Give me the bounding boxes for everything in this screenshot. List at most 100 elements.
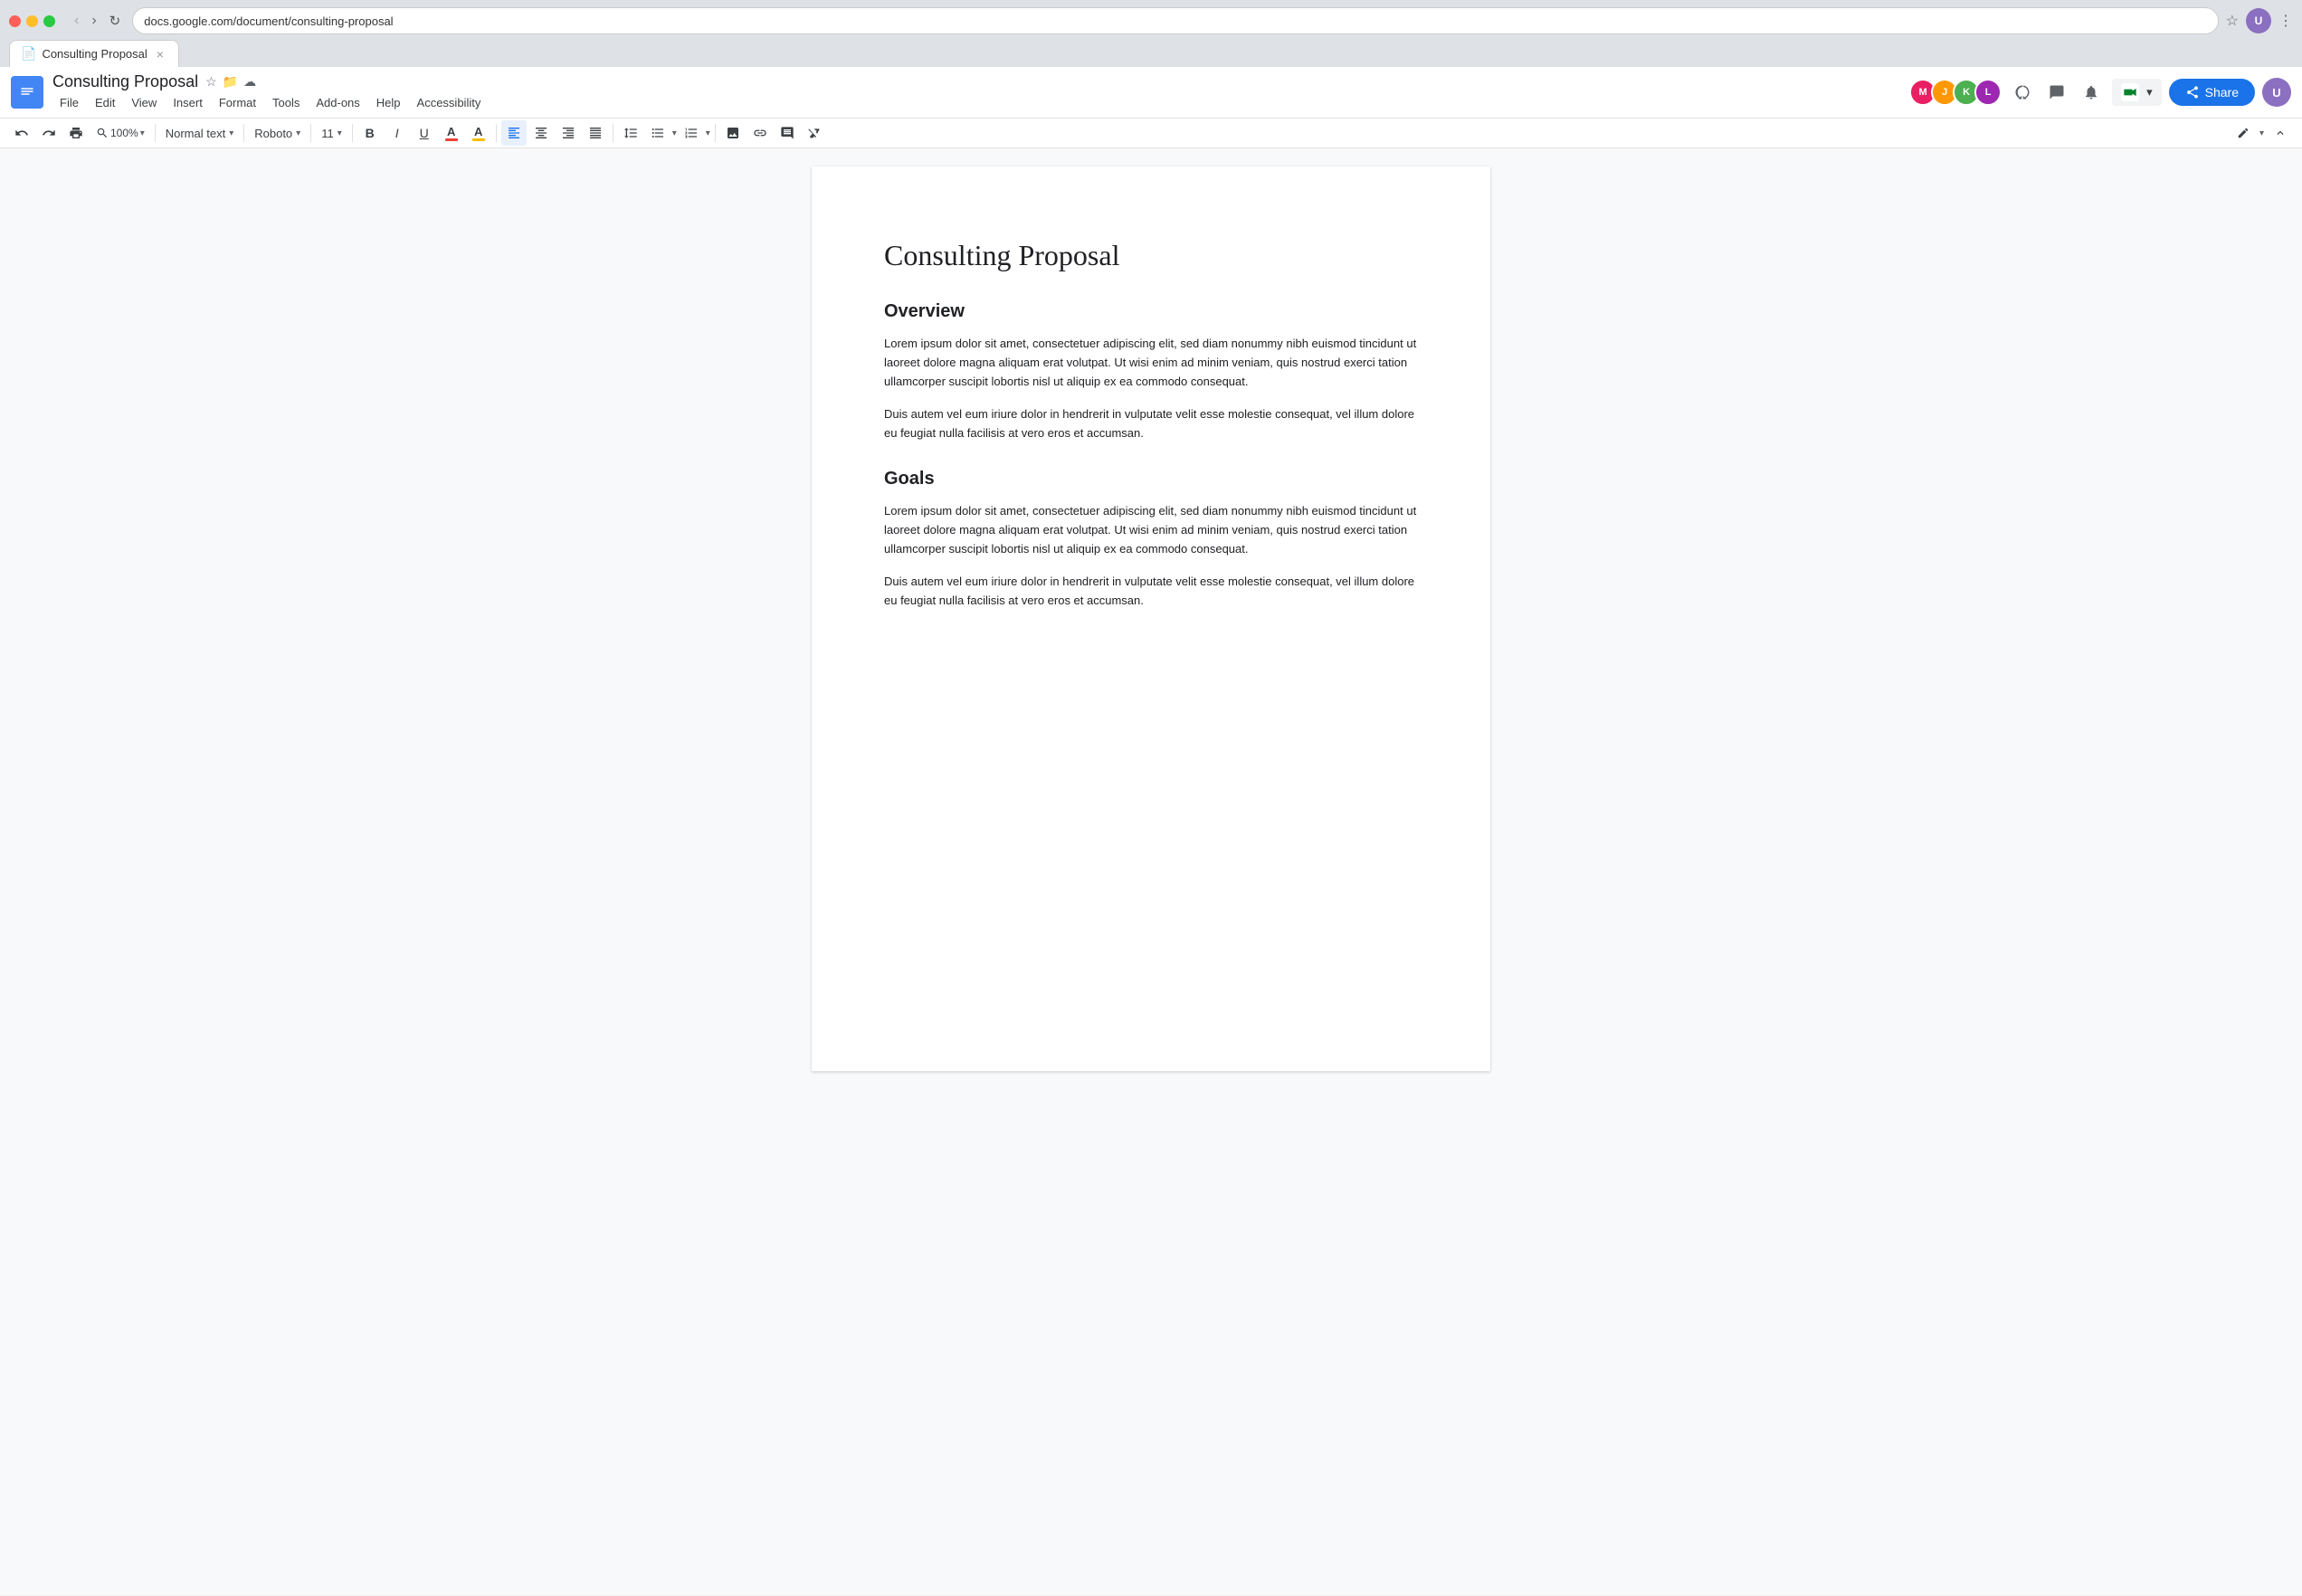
topbar-right: M J K L ▾ xyxy=(1909,78,2291,107)
user-avatar[interactable]: U xyxy=(2262,78,2291,107)
tab-doc-icon: 📄 xyxy=(21,46,36,62)
toolbar-sep-7 xyxy=(715,124,716,142)
menu-edit[interactable]: Edit xyxy=(88,93,122,112)
bookmark-icon[interactable]: ☆ xyxy=(2226,12,2239,30)
share-btn-label: Share xyxy=(2205,85,2239,100)
browser-menu-icon[interactable]: ⋮ xyxy=(2278,12,2293,30)
document-title[interactable]: Consulting Proposal xyxy=(884,239,1418,272)
document-area[interactable]: Consulting Proposal Overview Lorem ipsum… xyxy=(0,148,2302,1595)
align-right-button[interactable] xyxy=(556,120,581,146)
menu-file[interactable]: File xyxy=(52,93,86,112)
section-overview-para-2[interactable]: Duis autem vel eum iriure dolor in hendr… xyxy=(884,405,1418,443)
underline-button[interactable]: U xyxy=(412,120,437,146)
zoom-value: 100% xyxy=(110,127,138,139)
zoom-control[interactable]: 100% ▾ xyxy=(90,120,150,146)
doc-app-icon xyxy=(11,76,43,109)
minimize-window-button[interactable] xyxy=(26,15,38,27)
highlight-color-bar xyxy=(472,138,485,141)
underline-label: U xyxy=(420,126,429,140)
explore-button[interactable] xyxy=(2009,81,2036,104)
meet-dropdown-icon: ▾ xyxy=(2146,85,2153,100)
print-button[interactable] xyxy=(63,120,89,146)
tab-close-button[interactable]: × xyxy=(153,47,167,62)
notifications-button[interactable] xyxy=(2078,81,2105,104)
align-center-button[interactable] xyxy=(528,120,554,146)
collaborator-avatar-4[interactable]: L xyxy=(1974,79,2002,106)
share-button[interactable]: Share xyxy=(2169,79,2255,106)
italic-button[interactable]: I xyxy=(385,120,410,146)
text-color-btn-inner: A xyxy=(445,126,458,141)
insert-comment-button[interactable] xyxy=(775,120,800,146)
toolbar-sep-1 xyxy=(155,124,156,142)
browser-top-bar: ‹ › ↻ ☆ U ⋮ xyxy=(9,7,2293,34)
tab-title: Consulting Proposal xyxy=(42,47,147,61)
tab-bar: 📄 Consulting Proposal × xyxy=(9,40,2293,67)
forward-button[interactable]: › xyxy=(87,11,100,31)
text-style-selector[interactable]: Normal text ▾ xyxy=(160,120,240,146)
undo-button[interactable] xyxy=(9,120,34,146)
doc-title[interactable]: Consulting Proposal xyxy=(52,72,198,91)
app-topbar: Consulting Proposal ☆ 📁 ☁ File Edit View… xyxy=(0,67,2302,119)
insert-image-button[interactable] xyxy=(720,120,746,146)
collapse-toolbar-button[interactable] xyxy=(2268,120,2293,146)
text-style-value: Normal text xyxy=(166,127,225,140)
menu-tools[interactable]: Tools xyxy=(265,93,307,112)
doc-title-icons: ☆ 📁 ☁ xyxy=(205,74,256,90)
doc-section-overview: Overview Lorem ipsum dolor sit amet, con… xyxy=(884,301,1418,443)
formatting-toolbar: 100% ▾ Normal text ▾ Roboto ▾ 11 ▾ B I U xyxy=(0,119,2302,148)
font-size-selector[interactable]: 11 ▾ xyxy=(316,120,347,146)
bold-label: B xyxy=(366,126,375,140)
section-heading-overview[interactable]: Overview xyxy=(884,301,1418,322)
toolbar-right-controls: ▾ xyxy=(2231,120,2293,146)
google-docs-app: Consulting Proposal ☆ 📁 ☁ File Edit View… xyxy=(0,67,2302,1595)
browser-right-icons: ☆ U ⋮ xyxy=(2226,8,2293,33)
folder-icon[interactable]: 📁 xyxy=(223,74,238,90)
align-justify-button[interactable] xyxy=(583,120,608,146)
active-tab[interactable]: 📄 Consulting Proposal × xyxy=(9,40,179,67)
font-size-value: 11 xyxy=(321,127,334,140)
bullet-list-button[interactable] xyxy=(645,120,671,146)
maximize-window-button[interactable] xyxy=(43,15,55,27)
toolbar-sep-4 xyxy=(352,124,353,142)
line-spacing-button[interactable] xyxy=(618,120,643,146)
browser-nav-buttons: ‹ › ↻ xyxy=(70,11,125,31)
section-overview-para-1[interactable]: Lorem ipsum dolor sit amet, consectetuer… xyxy=(884,335,1418,391)
numbered-list-dropdown[interactable]: ▾ xyxy=(706,128,710,138)
meet-button[interactable]: ▾ xyxy=(2112,79,2162,106)
insert-link-button[interactable] xyxy=(747,120,773,146)
document-page: Consulting Proposal Overview Lorem ipsum… xyxy=(812,166,1490,1071)
menu-view[interactable]: View xyxy=(124,93,164,112)
bold-button[interactable]: B xyxy=(357,120,383,146)
font-selector[interactable]: Roboto ▾ xyxy=(249,120,306,146)
close-window-button[interactable] xyxy=(9,15,21,27)
edit-mode-chevron-icon[interactable]: ▾ xyxy=(2259,128,2264,138)
section-goals-para-2[interactable]: Duis autem vel eum iriure dolor in hendr… xyxy=(884,573,1418,611)
back-button[interactable]: ‹ xyxy=(70,11,83,31)
section-heading-goals[interactable]: Goals xyxy=(884,469,1418,489)
numbered-list-button[interactable] xyxy=(679,120,704,146)
comments-button[interactable] xyxy=(2043,81,2070,104)
menu-insert[interactable]: Insert xyxy=(166,93,210,112)
refresh-button[interactable]: ↻ xyxy=(105,11,126,31)
star-icon[interactable]: ☆ xyxy=(205,74,217,90)
cloud-sync-icon[interactable]: ☁ xyxy=(243,74,256,90)
browser-user-avatar[interactable]: U xyxy=(2246,8,2271,33)
highlight-color-button[interactable]: A xyxy=(466,120,491,146)
clear-formatting-button[interactable] xyxy=(802,120,827,146)
menu-format[interactable]: Format xyxy=(212,93,263,112)
menu-help[interactable]: Help xyxy=(369,93,408,112)
text-style-chevron-icon: ▾ xyxy=(229,128,233,138)
italic-label: I xyxy=(395,126,399,140)
menu-addons[interactable]: Add-ons xyxy=(309,93,366,112)
edit-mode-button[interactable] xyxy=(2231,120,2256,146)
align-left-button[interactable] xyxy=(501,120,527,146)
menu-accessibility[interactable]: Accessibility xyxy=(410,93,489,112)
toolbar-sep-2 xyxy=(243,124,244,142)
highlight-btn-inner: A xyxy=(472,126,485,141)
doc-title-row: Consulting Proposal ☆ 📁 ☁ xyxy=(52,72,488,91)
redo-button[interactable] xyxy=(36,120,62,146)
section-goals-para-1[interactable]: Lorem ipsum dolor sit amet, consectetuer… xyxy=(884,502,1418,558)
address-bar[interactable] xyxy=(132,7,2218,34)
bullet-list-dropdown[interactable]: ▾ xyxy=(672,128,677,138)
text-color-button[interactable]: A xyxy=(439,120,464,146)
